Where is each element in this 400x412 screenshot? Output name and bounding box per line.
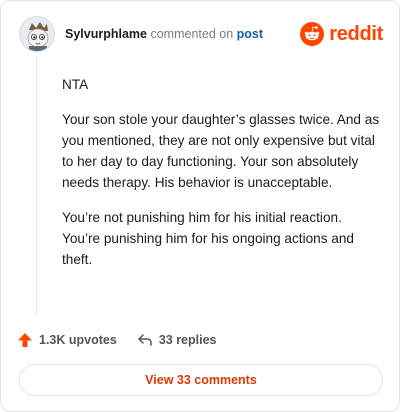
comment-card: Sylvurphlame commented on post reddit NT…	[0, 0, 400, 412]
upvote-button[interactable]: 1.3K upvotes	[17, 332, 117, 348]
username-link[interactable]: Sylvurphlame	[65, 27, 147, 41]
reddit-logo-icon	[300, 22, 325, 46]
reply-arrow-icon	[138, 334, 152, 346]
reddit-brand[interactable]: reddit	[300, 22, 383, 46]
view-comments-button[interactable]: View 33 comments	[19, 364, 383, 396]
brand-wordmark: reddit	[329, 22, 383, 45]
comment-paragraph: NTA	[62, 77, 89, 92]
thread-line	[36, 57, 37, 315]
reply-count: 33 replies	[158, 333, 217, 347]
avatar[interactable]	[19, 16, 55, 52]
comment-meta: Sylvurphlame commented on post	[65, 27, 263, 41]
comment-paragraph: You’re not punishing him for his initial…	[62, 210, 354, 267]
comment-footer: 1.3K upvotes 33 replies	[17, 330, 217, 350]
comment-paragraph: Your son stole your daughter’s glasses t…	[62, 112, 380, 190]
upvote-count: 1.3K upvotes	[39, 333, 117, 347]
post-link[interactable]: post	[237, 27, 263, 41]
comment-body: NTA Your son stole your daughter’s glass…	[62, 74, 380, 284]
action-text: commented on	[150, 27, 234, 41]
replies-button[interactable]: 33 replies	[137, 332, 217, 348]
upvote-arrow-icon	[18, 333, 32, 347]
avatar-image	[20, 17, 54, 51]
comment-header: Sylvurphlame commented on post reddit	[19, 15, 383, 53]
